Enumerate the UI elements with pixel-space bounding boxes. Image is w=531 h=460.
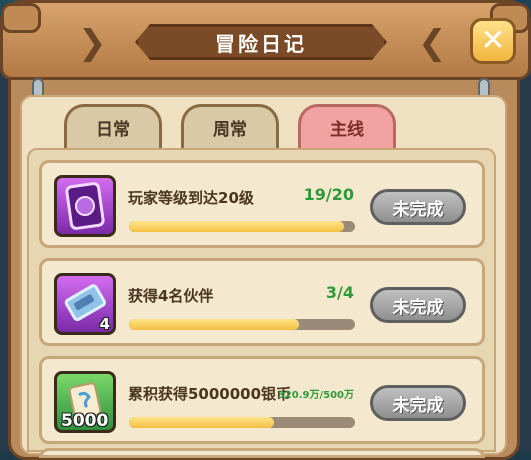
task-progress: 3/4 [325, 283, 354, 302]
status-button[interactable]: 未完成 [370, 189, 466, 225]
title-plate: 冒险日记 [135, 24, 387, 60]
progress-bar [129, 221, 355, 232]
tab-daily[interactable]: 日常 [64, 104, 162, 148]
task-name: 玩家等级到达20级 [128, 189, 254, 207]
close-button[interactable]: ✕ [470, 18, 516, 64]
progress-bar-fill [129, 319, 299, 330]
tab-label: 日常 [96, 120, 130, 140]
tab-label: 周常 [213, 120, 247, 140]
progress-bar [129, 417, 355, 428]
page-title: 冒险日记 [215, 31, 307, 56]
status-label: 未完成 [392, 297, 444, 318]
status-label: 未完成 [392, 199, 444, 220]
progress-bar-fill [129, 221, 344, 232]
ticket-icon: 4 [54, 273, 116, 335]
tab-weekly[interactable]: 周常 [181, 104, 279, 148]
task-card: 5000 累积获得5000000银币 320.9万/500万 未完成 [39, 356, 485, 444]
task-name: 获得4名伙伴 [128, 287, 214, 305]
item-count: 4 [99, 315, 110, 333]
item-count: 5000 [61, 411, 109, 431]
progress-bar-fill [129, 417, 274, 428]
tab-main[interactable]: 主线 [298, 104, 396, 148]
task-card: 4 获得4名伙伴 3/4 未完成 [39, 258, 485, 346]
progress-bar [129, 319, 355, 330]
scroll-icon: 5000 [54, 371, 116, 433]
status-label: 未完成 [392, 395, 444, 416]
status-button[interactable]: 未完成 [370, 385, 466, 421]
tab-label: 主线 [330, 120, 364, 140]
prev-arrow-icon[interactable]: ❯ [78, 26, 107, 60]
task-card-partial [39, 448, 485, 458]
task-progress: 19/20 [303, 185, 354, 204]
header-ear-left [1, 3, 41, 33]
task-name: 累积获得5000000银币 [128, 385, 292, 403]
close-icon: ✕ [480, 23, 506, 58]
next-arrow-icon[interactable]: ❮ [418, 26, 447, 60]
task-progress: 320.9万/500万 [277, 390, 354, 401]
task-card: 玩家等级到达20级 19/20 未完成 [39, 160, 485, 248]
status-button[interactable]: 未完成 [370, 287, 466, 323]
purple-card-icon [54, 175, 116, 237]
